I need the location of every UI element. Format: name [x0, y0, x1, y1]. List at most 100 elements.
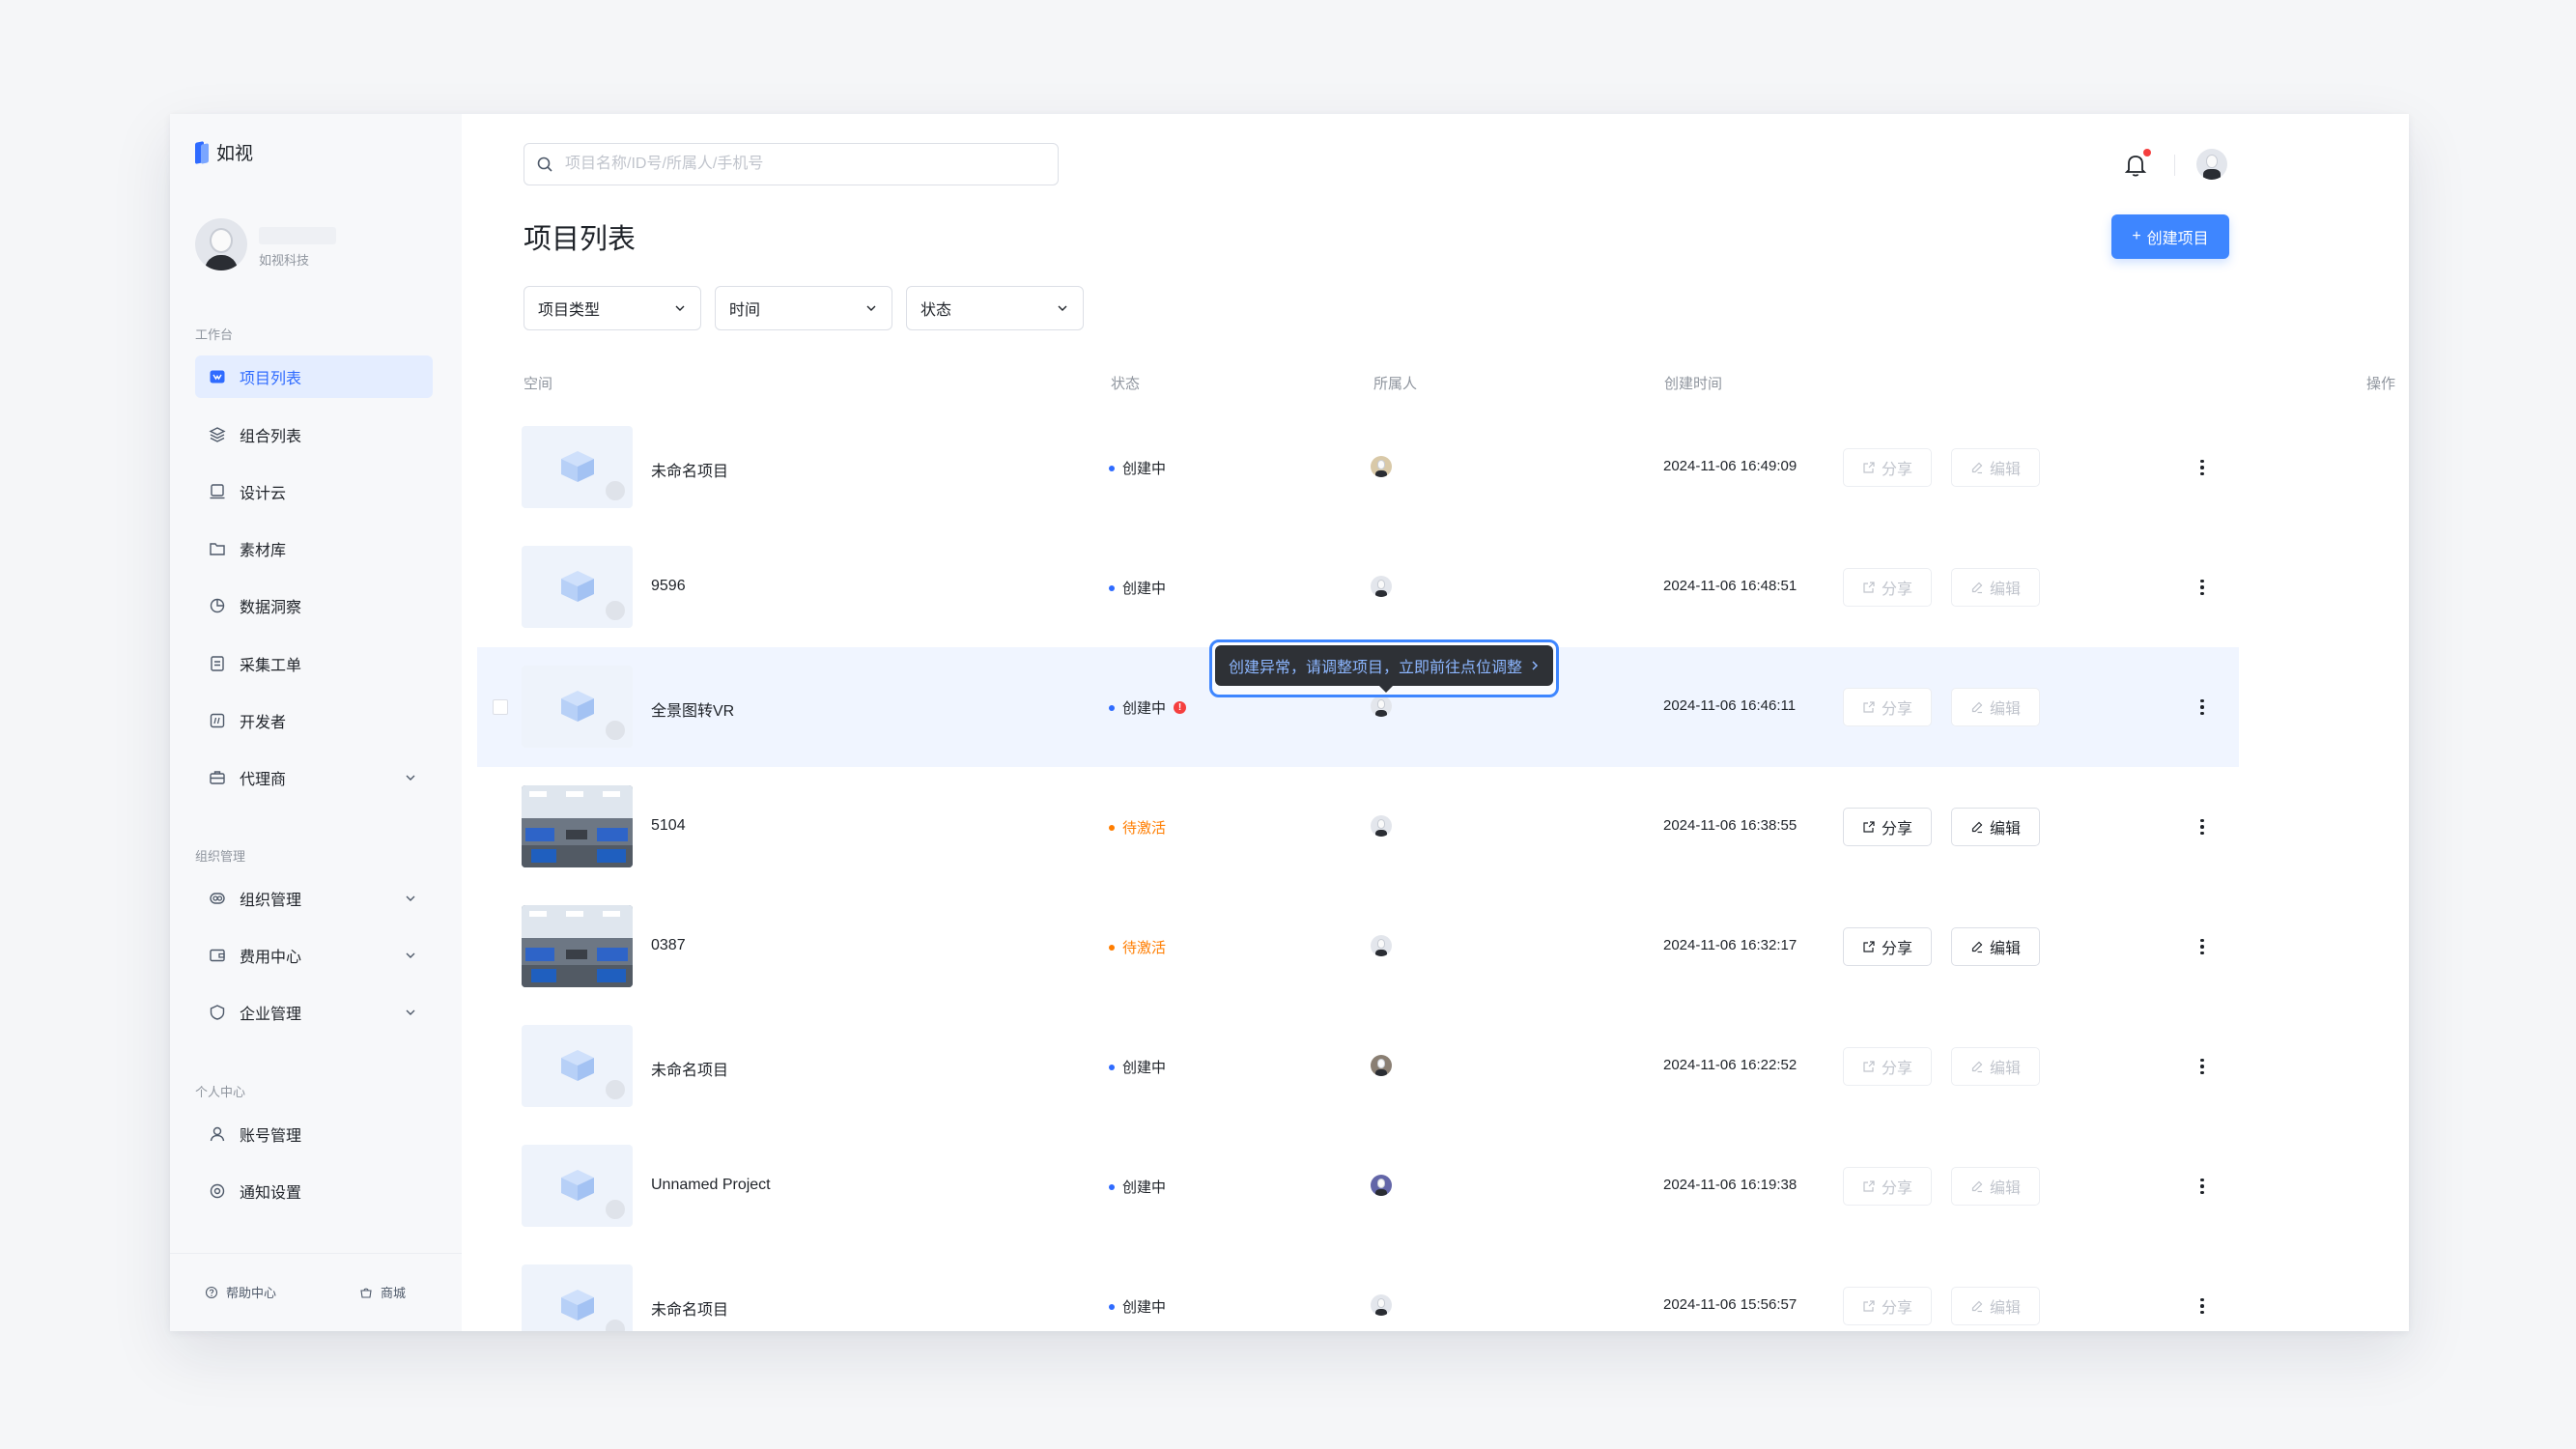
sidebar-item-data-insight[interactable]: 数据洞察 [195, 584, 433, 627]
table-row[interactable]: Unnamed Project 创建中 2024-11-06 16:19:38 分享编… [477, 1126, 2239, 1246]
project-name[interactable]: 全景图转VR [651, 697, 734, 721]
user-avatar[interactable] [2196, 149, 2227, 180]
share-button[interactable]: 分享 [1843, 1287, 1932, 1325]
project-name[interactable]: 5104 [651, 817, 686, 835]
project-thumbnail[interactable] [522, 905, 633, 987]
sidebar-item-developer[interactable]: 开发者 [195, 699, 433, 742]
table-row[interactable]: 未命名项目 创建中 2024-11-06 15:56:57 分享 编辑 [477, 1246, 2239, 1331]
organization-icon [209, 890, 226, 907]
table-row[interactable]: 未命名项目 创建中 2024-11-06 16:49:09 分享 编辑 [477, 408, 2239, 527]
help-icon [205, 1286, 218, 1298]
project-thumbnail[interactable] [522, 785, 633, 867]
project-name[interactable]: 0387 [651, 937, 686, 954]
edit-icon [1971, 462, 1983, 474]
column-header-owner: 所属人 [1373, 376, 1418, 392]
edit-button[interactable]: 编辑 [1951, 448, 2040, 487]
developer-icon [209, 712, 226, 729]
filter-project-type[interactable]: 项目类型 [524, 286, 701, 330]
sidebar-item-design-cloud[interactable]: 设计云 [195, 470, 433, 513]
project-thumbnail[interactable] [522, 1264, 633, 1331]
edit-button[interactable]: 编辑 [1951, 568, 2040, 607]
share-button[interactable]: 分享 [1843, 568, 1932, 607]
sidebar-item-combination-list[interactable]: 组合列表 [195, 413, 433, 456]
sidebar-item-project-list[interactable]: 项目列表 [195, 355, 433, 398]
table-row[interactable]: 5104 待激活 2024-11-06 16:38:55 分享 编辑 [477, 767, 2239, 887]
owner-avatar[interactable] [1371, 935, 1392, 956]
table-row[interactable]: 未命名项目 创建中 2024-11-06 16:22:52 分享 编辑 [477, 1007, 2239, 1126]
search-input[interactable] [563, 155, 1031, 174]
more-options-icon[interactable] [2198, 1173, 2206, 1200]
share-button[interactable]: 分享 [1843, 688, 1932, 726]
more-options-icon[interactable] [2198, 933, 2206, 960]
create-project-button[interactable]: + 创建项目 [2111, 214, 2229, 259]
share-button[interactable]: 分享 [1843, 1047, 1932, 1086]
filter-status[interactable]: 状态 [906, 286, 1084, 330]
share-button[interactable]: 分享 [1843, 448, 1932, 487]
share-icon [1863, 941, 1875, 952]
edit-button[interactable]: 编辑 [1951, 1047, 2040, 1086]
error-tooltip[interactable]: 创建异常，请调整项目，立即前往点位调整 [1215, 645, 1553, 686]
chevron-down-icon[interactable] [402, 769, 419, 786]
more-options-icon[interactable] [2198, 1293, 2206, 1320]
sidebar-item-billing[interactable]: 费用中心 [195, 934, 433, 977]
sidebar-item-account[interactable]: 账号管理 [195, 1113, 433, 1155]
store-link[interactable]: 商城 [359, 1283, 406, 1301]
owner-avatar[interactable] [1371, 1175, 1392, 1196]
sidebar-item-notification-settings[interactable]: 通知设置 [195, 1170, 433, 1212]
table-row[interactable]: 9596 创建中 2024-11-06 16:48:51 分享 编辑 [477, 527, 2239, 647]
more-options-icon[interactable] [2198, 694, 2206, 721]
chevron-down-icon[interactable] [402, 1004, 419, 1021]
sidebar-item-label: 通知设置 [240, 1185, 302, 1202]
owner-avatar[interactable] [1371, 456, 1392, 477]
project-thumbnail[interactable] [522, 1025, 633, 1107]
edit-button[interactable]: 编辑 [1951, 808, 2040, 846]
sidebar-item-organization[interactable]: 组织管理 [195, 877, 433, 920]
search-box[interactable] [524, 143, 1059, 185]
filter-time[interactable]: 时间 [715, 286, 892, 330]
project-name[interactable]: 未命名项目 [651, 1057, 728, 1080]
edit-button[interactable]: 编辑 [1951, 688, 2040, 726]
share-button[interactable]: 分享 [1843, 1167, 1932, 1206]
project-thumbnail[interactable] [522, 1145, 633, 1227]
project-name[interactable]: 9596 [651, 578, 686, 595]
chevron-down-icon[interactable] [402, 947, 419, 964]
project-thumbnail[interactable] [522, 546, 633, 628]
edit-button[interactable]: 编辑 [1951, 1287, 2040, 1325]
project-name[interactable]: 未命名项目 [651, 458, 728, 481]
owner-avatar[interactable] [1371, 1294, 1392, 1316]
sidebar-item-material-library[interactable]: 素材库 [195, 527, 433, 570]
project-thumbnail[interactable] [522, 426, 633, 508]
edit-button[interactable]: 编辑 [1951, 927, 2040, 966]
project-name[interactable]: Unnamed Project [651, 1177, 771, 1194]
more-options-icon[interactable] [2198, 574, 2206, 601]
project-thumbnail[interactable] [522, 666, 633, 748]
share-icon [1863, 582, 1875, 593]
help-center-link[interactable]: 帮助中心 [205, 1283, 276, 1301]
more-options-icon[interactable] [2198, 454, 2206, 481]
status-badge: 创建中 [1109, 458, 1166, 478]
sidebar-item-work-order[interactable]: 采集工单 [195, 642, 433, 685]
project-name[interactable]: 未命名项目 [651, 1296, 728, 1320]
app-logo[interactable]: 如视 [195, 139, 253, 165]
table-row[interactable]: 0387 待激活 2024-11-06 16:32:17 分享 编辑 [477, 887, 2239, 1007]
page-title: 项目列表 [524, 224, 637, 255]
owner-avatar[interactable] [1371, 815, 1392, 837]
share-button[interactable]: 分享 [1843, 808, 1932, 846]
error-icon[interactable]: ! [1174, 701, 1187, 714]
share-button[interactable]: 分享 [1843, 927, 1932, 966]
row-checkbox[interactable] [493, 699, 508, 715]
edit-button[interactable]: 编辑 [1951, 1167, 2040, 1206]
sidebar-item-enterprise[interactable]: 企业管理 [195, 991, 433, 1034]
owner-avatar[interactable] [1371, 576, 1392, 597]
sidebar-item-agent[interactable]: 代理商 [195, 756, 433, 799]
owner-avatar[interactable] [1371, 696, 1392, 717]
org-profile[interactable]: 如视科技 [195, 218, 336, 270]
owner-avatar[interactable] [1371, 1055, 1392, 1076]
share-icon [1863, 1300, 1875, 1312]
main-content: 项目列表 + 创建项目 项目类型 时间 状态 空间 状态 所属人 创建时间 操作… [462, 114, 2409, 1331]
more-options-icon[interactable] [2198, 813, 2206, 840]
more-options-icon[interactable] [2198, 1053, 2206, 1080]
share-icon [1863, 1061, 1875, 1072]
chevron-down-icon[interactable] [402, 890, 419, 907]
folder-icon [209, 540, 226, 557]
